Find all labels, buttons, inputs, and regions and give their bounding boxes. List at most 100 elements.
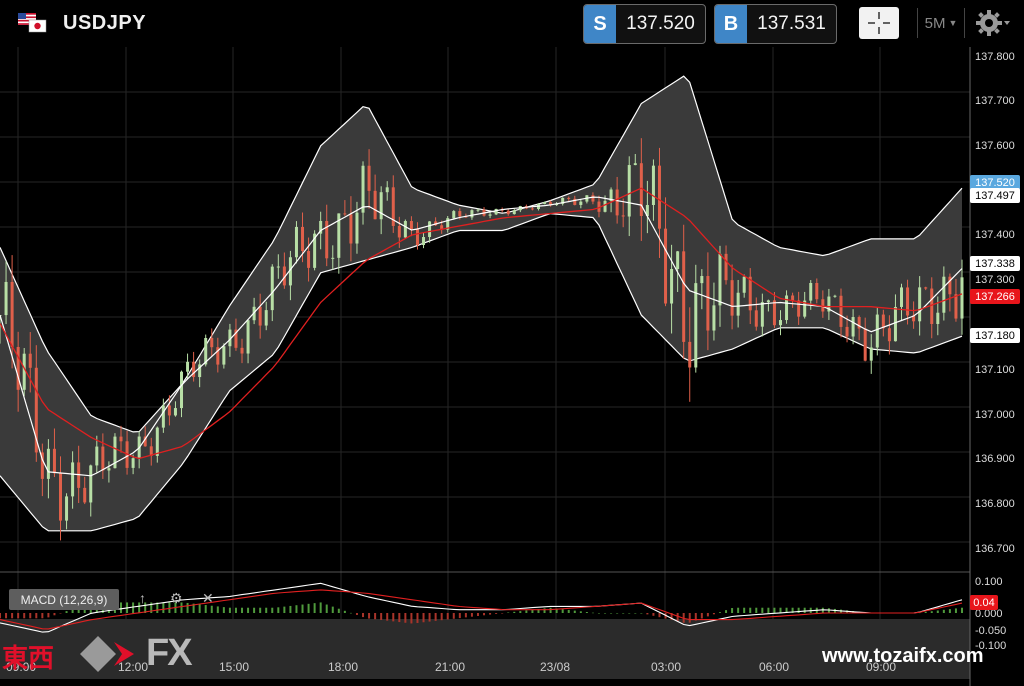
price-tick: 137.800 — [975, 51, 1015, 63]
macd-histogram-bar — [495, 613, 498, 614]
ma-badge: 137.266 — [970, 289, 1020, 304]
chart-grid — [0, 47, 970, 667]
macd-histogram-bar — [343, 610, 346, 613]
macd-tick: 0.100 — [975, 576, 1003, 588]
settings-gear-icon[interactable] — [972, 6, 1012, 40]
macd-histogram-bar — [265, 607, 268, 613]
bear-candle — [349, 214, 353, 244]
macd-histogram-bar — [646, 613, 649, 615]
macd-histogram-bar — [803, 607, 806, 613]
middle-band-badge: 137.338 — [970, 256, 1020, 271]
macd-histogram-bar — [222, 607, 225, 613]
bear-candle — [258, 306, 262, 326]
arrow-up-icon[interactable]: ↑ — [139, 590, 146, 606]
bear-candle — [59, 473, 63, 521]
macd-histogram-bar — [331, 606, 334, 613]
macd-histogram-bar — [761, 607, 764, 613]
bull-candle — [161, 405, 165, 428]
macd-histogram-bar — [41, 613, 44, 619]
macd-histogram-bar — [725, 610, 728, 613]
close-icon[interactable]: ✕ — [202, 590, 214, 607]
bull-candle — [809, 283, 813, 301]
bull-candle — [494, 208, 498, 215]
bull-candle — [361, 165, 365, 213]
bear-candle — [83, 487, 87, 503]
crosshair-icon — [868, 12, 890, 34]
macd-histogram-bar — [289, 605, 292, 613]
time-tick: 18:00 — [328, 660, 359, 674]
time-tick: 03:00 — [651, 660, 682, 674]
macd-histogram-bar — [779, 607, 782, 613]
macd-tick: -0.050 — [975, 625, 1007, 637]
bull-candle — [899, 287, 903, 307]
macd-histogram-bar — [325, 604, 328, 613]
macd-indicator-label[interactable]: MACD (12,26,9) — [9, 589, 119, 610]
macd-histogram-bar — [410, 613, 413, 624]
bear-candle — [754, 310, 758, 327]
gear-icon[interactable]: ⚙ — [170, 590, 183, 607]
macd-histogram-bar — [59, 613, 62, 614]
bear-candle — [167, 405, 171, 416]
bull-candle — [670, 268, 674, 304]
bull-candle — [893, 306, 897, 342]
macd-histogram-bar — [640, 613, 643, 614]
bear-candle — [621, 215, 625, 217]
buy-button[interactable]: B 137.531 — [714, 4, 837, 44]
bull-candle — [264, 310, 268, 326]
macd-histogram-bar — [216, 606, 219, 613]
bear-candle — [845, 326, 849, 337]
buy-price: 137.531 — [757, 13, 826, 34]
macd-histogram-bar — [337, 608, 340, 613]
macd-histogram-bar — [349, 612, 352, 614]
watermark-fx: FX — [146, 632, 193, 674]
bear-candle — [415, 229, 419, 246]
bull-candle — [936, 312, 940, 324]
bear-candle — [567, 197, 571, 199]
macd-histogram-bar — [247, 607, 250, 613]
bull-candle — [869, 347, 873, 361]
price-chart[interactable] — [0, 47, 1024, 686]
macd-histogram-bar — [567, 609, 570, 613]
bull-candle — [712, 305, 716, 331]
sell-price: 137.520 — [626, 13, 695, 34]
macd-histogram-bar — [797, 607, 800, 613]
macd-histogram-bar — [186, 602, 189, 613]
bear-candle — [210, 337, 214, 348]
crosshair-button[interactable] — [859, 7, 899, 39]
bull-candle — [4, 281, 8, 316]
us-jp-flag-icon — [18, 13, 47, 33]
bull-candle — [131, 458, 135, 468]
macd-histogram-bar — [476, 613, 479, 616]
macd-histogram-bar — [634, 613, 637, 614]
bull-candle — [46, 448, 50, 479]
bear-candle — [301, 226, 305, 252]
sell-button[interactable]: S 137.520 — [583, 4, 706, 44]
macd-histogram-bar — [120, 602, 123, 613]
bear-candle — [52, 448, 56, 474]
bear-candle — [591, 195, 595, 202]
macd-histogram-bar — [428, 613, 431, 622]
bull-candle — [452, 211, 456, 219]
bear-candle — [343, 213, 347, 215]
price-tick: 137.000 — [975, 409, 1015, 421]
bull-candle — [294, 226, 298, 258]
macd-histogram-bar — [513, 611, 516, 613]
bull-candle — [186, 361, 190, 372]
macd-histogram-bar — [930, 611, 933, 613]
bull-candle — [270, 266, 274, 311]
macd-histogram-bar — [924, 611, 927, 613]
bear-candle — [240, 347, 244, 354]
macd-histogram-bar — [259, 607, 262, 613]
bull-candle — [833, 295, 837, 297]
symbol-title[interactable]: USDJPY — [63, 12, 146, 35]
timeframe-dropdown[interactable]: 5M ▼ — [917, 8, 965, 38]
bollinger-upper-line — [0, 75, 963, 433]
price-tick: 137.600 — [975, 140, 1015, 152]
bull-candle — [603, 200, 607, 212]
macd-histogram-bar — [585, 612, 588, 613]
bull-candle — [633, 163, 637, 166]
bear-candle — [930, 288, 934, 324]
macd-histogram-bar — [543, 608, 546, 613]
bear-candle — [615, 189, 619, 216]
macd-histogram-bar — [597, 613, 600, 614]
